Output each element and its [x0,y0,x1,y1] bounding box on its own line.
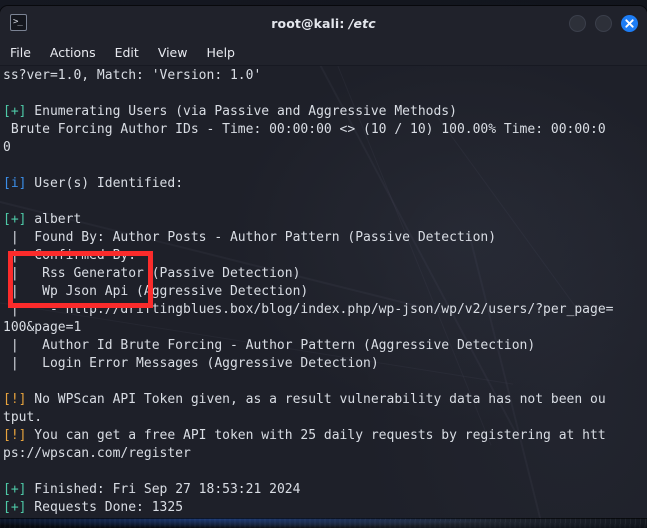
terminal-line: 100&page=1 [3,319,647,337]
terminal-line: ss?ver=1.0, Match: 'Version: 1.0' [3,67,647,85]
line-text: Brute Forcing Author IDs - Time: 00:00:0… [3,122,606,137]
menu-actions[interactable]: Actions [50,40,96,65]
line-text: You can get a free API token with 25 dai… [26,428,606,443]
menu-file[interactable]: File [10,40,31,65]
line-marker: [!] [3,428,27,443]
menu-view[interactable]: View [158,40,188,65]
terminal-window: >_ root@kali: /etc File Actions Edit Vie… [0,6,647,518]
prompt-glyph: >_ [13,17,23,27]
terminal-icon: >_ [10,14,27,31]
line-text: | Confirmed By: [3,248,137,263]
menu-help[interactable]: Help [206,40,235,65]
window-title-userhost: root@kali: [271,15,345,31]
close-button[interactable] [621,15,638,32]
terminal-line: Brute Forcing Author IDs - Time: 00:00:0… [3,121,647,139]
terminal-line: [!] No WPScan API Token given, as a resu… [3,391,647,409]
line-text: | Author Id Brute Forcing - Author Patte… [3,338,536,353]
line-marker: [+] [3,482,27,497]
line-text: 0 [3,140,11,155]
line-text: | - http://driftingblues.box/blog/index.… [3,302,614,317]
line-marker: [i] [3,176,27,191]
terminal-output-area[interactable]: ss?ver=1.0, Match: 'Version: 1.0' [+] Enu… [0,66,647,518]
line-text: | Found By: Author Posts - Author Patter… [3,230,497,245]
terminal-line: | Confirmed By: [3,247,647,265]
terminal-text: ss?ver=1.0, Match: 'Version: 1.0' [+] Enu… [3,67,647,518]
line-marker: [+] [3,212,27,227]
terminal-line: ps://wpscan.com/register [3,445,647,463]
line-text: ss?ver=1.0, Match: 'Version: 1.0' [3,68,262,83]
window-title-path: /etc [344,15,376,31]
terminal-line: | Author Id Brute Forcing - Author Patte… [3,337,647,355]
terminal-line: [i] User(s) Identified: [3,175,647,193]
terminal-line: [+] Requests Done: 1325 [3,499,647,517]
terminal-line: [+] Enumerating Users (via Passive and A… [3,103,647,121]
close-icon [625,19,634,28]
line-text: 100&page=1 [3,320,82,335]
line-text: User(s) Identified: [26,176,184,191]
line-text: Finished: Fri Sep 27 18:53:21 2024 [26,482,301,497]
terminal-line: | Rss Generator (Passive Detection) [3,265,647,283]
terminal-line: 0 [3,139,647,157]
line-marker: [+] [3,500,27,515]
line-marker: [!] [3,392,27,407]
line-text: Requests Done: 1325 [26,500,184,515]
line-text: | Wp Json Api (Aggressive Detection) [3,284,309,299]
line-text: tput. [3,410,43,425]
window-controls [569,15,638,32]
terminal-scrollbar[interactable] [634,66,642,518]
line-text: Enumerating Users (via Passive and Aggre… [26,104,457,119]
window-title: root@kali: /etc [0,16,647,31]
terminal-line: | Login Error Messages (Aggressive Detec… [3,355,647,373]
terminal-line: | Wp Json Api (Aggressive Detection) [3,283,647,301]
terminal-line: | Found By: Author Posts - Author Patter… [3,229,647,247]
terminal-line: | - http://driftingblues.box/blog/index.… [3,301,647,319]
line-text: | Rss Generator (Passive Detection) [3,266,301,281]
line-marker: [+] [3,104,27,119]
terminal-line: [+] Cached Requests: 12 [3,517,647,518]
window-titlebar[interactable]: >_ root@kali: /etc [0,6,647,40]
line-text: | Login Error Messages (Aggressive Detec… [3,356,379,371]
menu-edit[interactable]: Edit [115,40,139,65]
line-text: ps://wpscan.com/register [3,446,191,461]
menubar: File Actions Edit View Help [0,40,647,66]
terminal-line: [+] albert [3,211,647,229]
minimize-button[interactable] [569,15,586,32]
line-text: No WPScan API Token given, as a result v… [26,392,606,407]
screen: >_ root@kali: /etc File Actions Edit Vie… [0,0,647,528]
terminal-line: tput. [3,409,647,427]
terminal-line: [!] You can get a free API token with 25… [3,427,647,445]
line-text: albert [26,212,82,227]
maximize-button[interactable] [595,15,612,32]
terminal-line: [+] Finished: Fri Sep 27 18:53:21 2024 [3,481,647,499]
